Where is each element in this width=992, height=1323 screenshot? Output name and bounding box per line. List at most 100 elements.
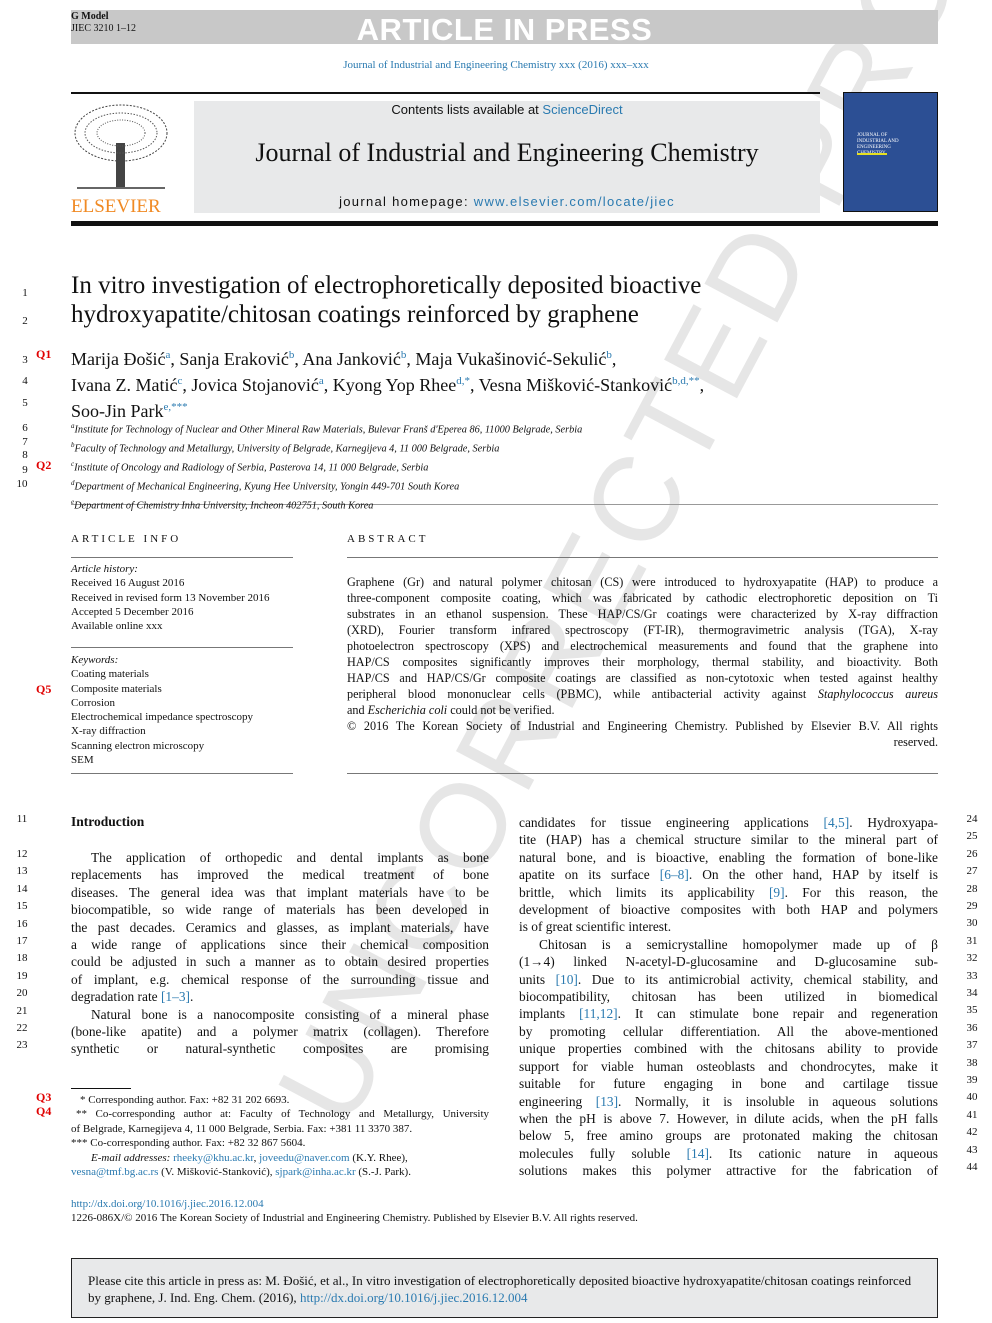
text-line: synthetic or natural-synthetic composite… [71,1041,489,1057]
divider [71,557,293,558]
history-item: Received in revised form 13 November 201… [71,591,270,604]
abstract-text: Graphene (Gr) and natural polymer chitos… [347,574,938,750]
affiliations: aInstitute for Technology of Nuclear and… [71,419,582,514]
text-line: biocompatible, so wide range of material… [71,902,489,918]
affiliation: eDepartment of Chemistry Inha University… [71,495,582,514]
article-ref: JIEC 3210 1–12 [71,23,136,34]
text-line: implants [11,12]. It can stimulate bone … [519,1006,938,1022]
text-line: suitable for future engaging in bone and… [519,1076,938,1092]
abstract-line: HAP/CS composites significantly improves… [347,655,938,669]
email-addresses: E-mail addresses: rheeky@khu.ac.kr, jove… [91,1151,408,1164]
reference-link[interactable]: [10] [556,972,578,987]
email-link[interactable]: vesna@tmf.bg.ac.rs [71,1166,158,1178]
title-line: hydroxyapatite/chitosan coatings reinfor… [71,301,639,328]
text-line: engineering [13]. Normally, it is insolu… [519,1093,938,1109]
keyword: Coating materials [71,668,149,681]
query-marker-q3[interactable]: Q3 [36,1090,51,1104]
text-line: degradation rate [1–3]. [71,989,194,1005]
reference-link[interactable]: [14] [687,1146,709,1161]
line-number: 36 [966,1021,978,1034]
author-name: , Maja Vukašinović-Sekulić [406,349,607,369]
author-name: , Sanja Eraković [170,349,289,369]
line-number: 9 [22,464,28,476]
reference-link[interactable]: [9] [769,885,785,900]
citation-doi-link[interactable]: http://dx.doi.org/10.1016/j.jiec.2016.12… [300,1290,528,1305]
line-number: 4 [22,375,28,387]
text-line: tite (HAP) has a chemical structure simi… [519,832,938,848]
history-item: Available online xxx [71,620,163,633]
homepage-line: journal homepage: www.elsevier.com/locat… [194,194,820,209]
article-title: In vitro investigation of electrophoreti… [71,271,701,329]
homepage-link[interactable]: www.elsevier.com/locate/jiec [474,194,675,209]
line-number: 11 [16,813,28,825]
affiliation-text: Institute of Oncology and Radiology of S… [74,462,429,474]
author-name: , Jovica Stojanović [182,375,319,395]
line-number: 29 [966,900,978,912]
abstract-heading: ABSTRACT [347,533,429,545]
text-line: the past decades. Ceramics and glasses, … [71,919,489,935]
elsevier-tree-icon [74,104,168,189]
history-item: Received 16 August 2016 [71,577,185,590]
text-line: of implant, e.g. chemical response of th… [71,971,489,987]
article-info-heading: ARTICLE INFO [71,533,182,545]
line-number: 38 [966,1056,978,1069]
journal-reference[interactable]: Journal of Industrial and Engineering Ch… [0,59,992,71]
text-line: is of great scientific interest. [519,919,672,935]
keyword: Corrosion [71,696,115,709]
affiliation-marker[interactable]: d,* [456,375,470,387]
abstract-line: and Escherichia coli could not be verifi… [347,703,555,717]
email-link[interactable]: sjpark@inha.ac.kr [275,1166,355,1178]
line-number: 13 [16,865,28,878]
keywords-label: Keywords: [71,654,119,666]
author-name: Ivana Z. Matić [71,375,178,395]
journal-title: Journal of Industrial and Engineering Ch… [255,138,759,167]
query-marker-q1[interactable]: Q1 [36,347,51,362]
footnote-2: ** Co-corresponding author at: Faculty o… [76,1108,490,1121]
line-number: 41 [966,1108,978,1121]
text-line: a wide range of applications since their… [71,937,489,953]
banner-text: ARTICLE IN PRESS [356,12,653,47]
sciencedirect-link[interactable]: ScienceDirect [542,102,622,117]
reference-link[interactable]: [11,12] [579,1006,618,1021]
affiliation: cInstitute of Oncology and Radiology of … [71,457,582,476]
footnote-text: Co-corresponding author at: Faculty of T… [95,1108,490,1121]
query-marker-q5[interactable]: Q5 [36,682,51,697]
footnote-1: * Corresponding author. Fax: +82 31 202 … [80,1094,290,1106]
reference-link[interactable]: [6–8] [660,867,689,882]
query-marker-q4[interactable]: Q4 [36,1104,51,1118]
section-heading-introduction: Introduction [71,814,145,829]
email-owner: (S.-J. Park). [355,1166,411,1179]
footnote-text: Corresponding author. Fax: +82 31 202 66… [88,1094,290,1106]
affiliation: dDepartment of Mechanical Engineering, K… [71,476,582,495]
line-number: 16 [16,917,28,930]
citation-box: Please cite this article in press as: M.… [71,1258,938,1318]
footnote-rule [71,1088,131,1089]
doi-link[interactable]: http://dx.doi.org/10.1016/j.jiec.2016.12… [71,1198,264,1210]
divider [71,647,293,648]
header-thick-rule [71,221,938,226]
abstract-line: peripheral blood mononuclear cells (PBMC… [347,687,938,701]
affiliation-marker[interactable]: e,*** [164,401,188,413]
abstract-line: HAP/CS and HAP/CS/Gr composite coatings … [347,671,938,685]
footnote-3: *** Co-corresponding author. Fax: +82 32… [71,1137,306,1150]
line-number: 14 [16,882,28,895]
email-link[interactable]: rheeky@khu.ac.kr [173,1152,254,1164]
reference-link[interactable]: [1–3] [161,989,190,1004]
line-number: 35 [966,1004,978,1017]
line-number: 23 [16,1039,28,1052]
history-item: Accepted 5 December 2016 [71,605,194,618]
reference-link[interactable]: [4,5] [824,815,850,830]
line-number: 32 [966,952,978,965]
line-number: 27 [966,865,978,878]
query-marker-q2[interactable]: Q2 [36,458,51,473]
reference-link[interactable]: [13] [596,1094,618,1109]
publisher-name: ELSEVIER [71,196,161,217]
author-name: , [699,375,705,395]
author-list: Marija Đošića, Sanja Erakovićb, Ana Jank… [71,344,704,422]
author-name: Marija Đošić [71,349,166,369]
homepage-prefix: journal homepage: [339,194,474,209]
email-link[interactable]: joveedu@naver.com [259,1152,349,1164]
affiliation-marker[interactable]: b,d,** [672,375,700,387]
italic-term: Escherichia coli [367,703,448,717]
line-number: 25 [966,830,978,843]
